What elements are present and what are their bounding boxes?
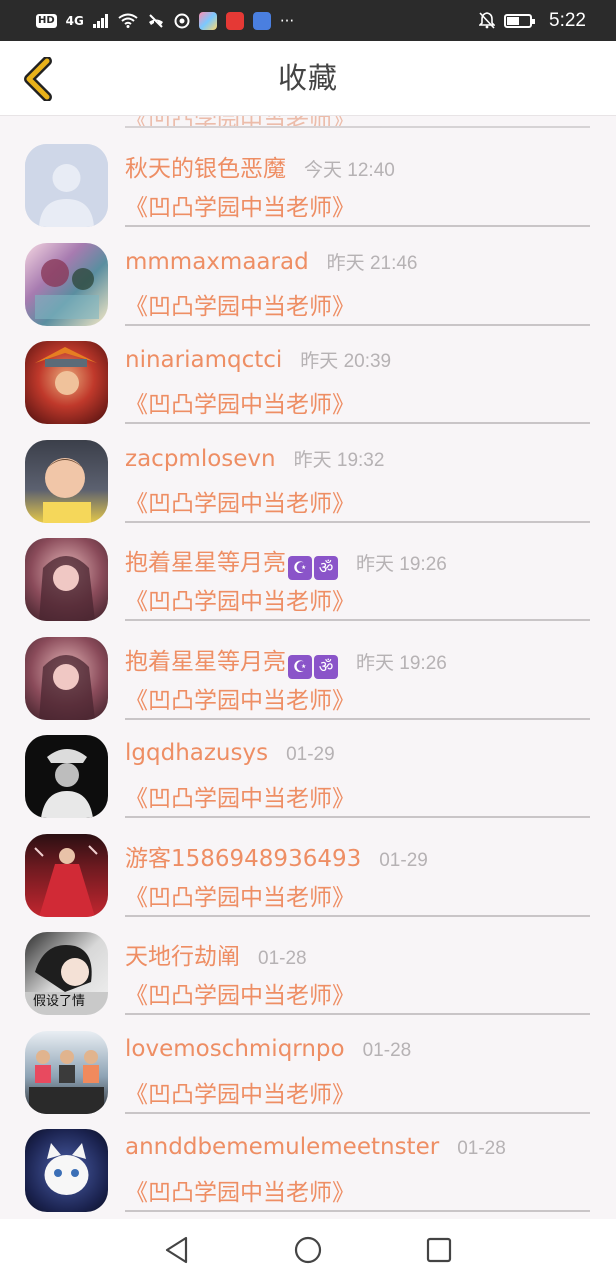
item-meta: lgqdhazusys 01-29 — [125, 740, 335, 766]
moon-star-emoji-icon: ☪ — [288, 556, 312, 580]
user-name: lovemoschmiqrnpo — [125, 1035, 345, 1062]
user-name: 游客1586948936493 — [125, 845, 362, 872]
more-icon: ··· — [279, 11, 295, 30]
item-meta: 天地行劫阐 01-28 — [125, 937, 307, 971]
network-type: 4G — [65, 13, 84, 28]
item-meta: 抱着星星等月亮 ☪ ॐ 昨天 19:26 — [125, 642, 447, 679]
bell-off-icon — [479, 12, 496, 29]
list-item[interactable]: 假设了情 天地行劫阐 01-28 《凹凸学园中当老师》 — [0, 904, 616, 1015]
list-item[interactable]: 抱着星星等月亮 ☪ ॐ 昨天 19:26 《凹凸学园中当老师》 — [0, 510, 616, 621]
favorites-list: 《凹凸学园中当老师》 秋天的银色恶魔 今天 12:40 《凹凸学园中当老师》 — [0, 116, 616, 1219]
nav-back-icon — [165, 1236, 188, 1263]
item-meta: zacpmlosevn 昨天 19:32 — [125, 445, 384, 472]
timestamp: 01-29 — [286, 744, 335, 765]
work-title: 《凹凸学园中当老师》 — [125, 1180, 355, 1206]
item-meta: 游客1586948936493 01-29 — [125, 839, 428, 873]
user-name: 秋天的银色恶魔 — [125, 156, 286, 182]
user-name: 抱着星星等月亮 ☪ ॐ — [125, 642, 338, 679]
item-meta: annddbememulemeetnster 01-28 — [125, 1134, 506, 1160]
user-name: lgqdhazusys — [125, 740, 269, 766]
hd-badge: HD — [36, 13, 57, 28]
list-item[interactable]: zacpmlosevn 昨天 19:32 《凹凸学园中当老师》 — [0, 412, 616, 523]
item-meta: lovemoschmiqrnpo 01-28 — [125, 1036, 411, 1062]
call-off-icon — [148, 13, 163, 28]
timestamp: 今天 12:40 — [304, 160, 395, 181]
list-item[interactable]: 游客1586948936493 01-29 《凹凸学园中当老师》 — [0, 806, 616, 917]
app-icon-1 — [198, 11, 217, 30]
timestamp: 01-29 — [379, 849, 428, 871]
status-bar-left: HD 4G ··· — [36, 11, 295, 30]
item-meta: 抱着星星等月亮 ☪ ॐ 昨天 19:26 — [125, 543, 447, 580]
header: 收藏 — [0, 41, 616, 116]
nav-recents-button[interactable] — [421, 1232, 457, 1268]
item-meta: ninariamqctci 昨天 20:39 — [125, 346, 391, 373]
timestamp: 昨天 19:32 — [293, 449, 385, 471]
item-meta: 秋天的银色恶魔 今天 12:40 — [125, 149, 395, 183]
list-item[interactable]: 抱着星星等月亮 ☪ ॐ 昨天 19:26 《凹凸学园中当老师》 — [0, 609, 616, 720]
user-name: zacpmlosevn — [125, 445, 276, 472]
timestamp: 01-28 — [457, 1138, 506, 1159]
nav-home-button[interactable] — [290, 1232, 326, 1268]
timestamp: 昨天 21:46 — [326, 252, 418, 274]
nav-back-button[interactable] — [159, 1232, 195, 1268]
list-item[interactable]: annddbememulemeetnster 01-28 《凹凸学园中当老师》 — [0, 1101, 616, 1212]
divider — [125, 1210, 590, 1212]
user-name: ninariamqctci — [125, 347, 283, 373]
list-item[interactable]: mmmaxmaarad 昨天 21:46 《凹凸学园中当老师》 — [0, 215, 616, 326]
nav-home-icon — [294, 1236, 322, 1263]
vpn-icon — [174, 13, 190, 28]
avatar[interactable] — [25, 1129, 108, 1212]
status-bar-right: 5:22 — [479, 10, 586, 32]
om-emoji-icon: ॐ — [314, 556, 338, 580]
list-item[interactable]: ninariamqctci 昨天 20:39 《凹凸学园中当老师》 — [0, 313, 616, 424]
om-emoji-icon: ॐ — [314, 654, 338, 679]
music-app-icon — [252, 11, 271, 30]
battery-icon — [504, 13, 536, 28]
nav-recents-icon — [426, 1237, 452, 1262]
timestamp: 昨天 20:39 — [300, 351, 392, 372]
signal-icon — [92, 13, 108, 28]
status-bar: HD 4G ··· 5:22 — [0, 0, 616, 41]
page-title: 收藏 — [277, 61, 338, 95]
item-meta: mmmaxmaarad 昨天 21:46 — [125, 248, 418, 275]
user-name: 抱着星星等月亮 ☪ ॐ — [125, 543, 338, 580]
wifi-icon — [118, 13, 138, 28]
user-name: 天地行劫阐 — [125, 944, 240, 970]
user-name: annddbememulemeetnster — [125, 1134, 440, 1160]
list-item[interactable]: lovemoschmiqrnpo 01-28 《凹凸学园中当老师》 — [0, 1003, 616, 1114]
timestamp: 01-28 — [362, 1039, 412, 1061]
timestamp: 昨天 19:26 — [356, 554, 447, 575]
list-item[interactable]: lgqdhazusys 01-29 《凹凸学园中当老师》 — [0, 707, 616, 818]
moon-star-emoji-icon: ☪ — [288, 654, 312, 679]
timestamp: 01-28 — [258, 948, 307, 969]
app-icon-2 — [225, 11, 244, 30]
timestamp: 昨天 19:26 — [356, 652, 447, 674]
system-nav-bar — [0, 1219, 616, 1280]
user-name: mmmaxmaarad — [125, 248, 309, 275]
clock: 5:22 — [549, 9, 586, 31]
list-item[interactable]: 秋天的银色恶魔 今天 12:40 《凹凸学园中当老师》 — [0, 116, 616, 227]
cat-avatar-image — [44, 1143, 89, 1195]
